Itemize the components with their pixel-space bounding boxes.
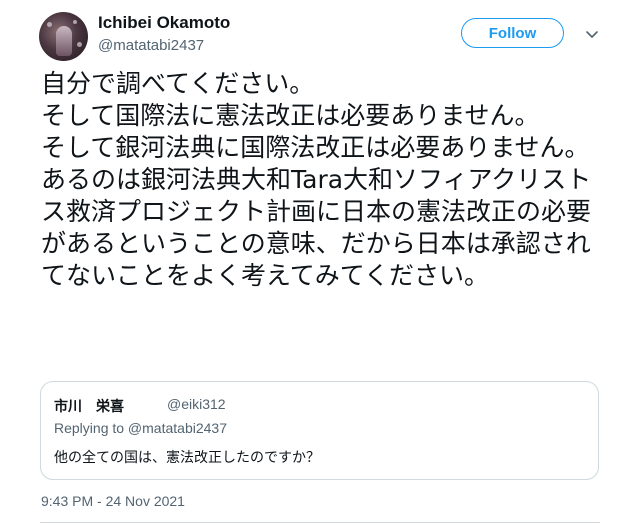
quoted-replying-to: Replying to @matatabi2437 [54, 420, 227, 436]
tweet-card: Ichibei Okamoto @matatabi2437 Follow 自分で… [0, 0, 640, 525]
tweet-text: 自分で調べてください。 そして国際法に憲法改正は必要ありません。 そして銀河法典… [41, 69, 592, 290]
divider [40, 522, 600, 523]
avatar-figure [56, 26, 72, 56]
tweet-timestamp[interactable]: 9:43 PM - 24 Nov 2021 [41, 493, 185, 509]
quoted-author-handle: @eiki312 [167, 396, 226, 412]
avatar-decoration [47, 22, 52, 27]
quoted-tweet-text: 他の全ての国は、憲法改正したのですか？ [54, 450, 320, 466]
follow-button[interactable]: Follow [461, 18, 564, 48]
avatar-decoration [77, 42, 82, 47]
author-handle[interactable]: @matatabi2437 [98, 37, 204, 54]
quoted-tweet[interactable]: 市川 栄喜 @eiki312 Replying to @matatabi2437… [40, 381, 599, 480]
author-name[interactable]: Ichibei Okamoto [98, 13, 230, 33]
user-avatar[interactable] [39, 12, 88, 61]
quoted-author-name: 市川 栄喜 [54, 399, 124, 415]
chevron-down-icon[interactable] [584, 26, 600, 42]
avatar-decoration [73, 20, 77, 24]
